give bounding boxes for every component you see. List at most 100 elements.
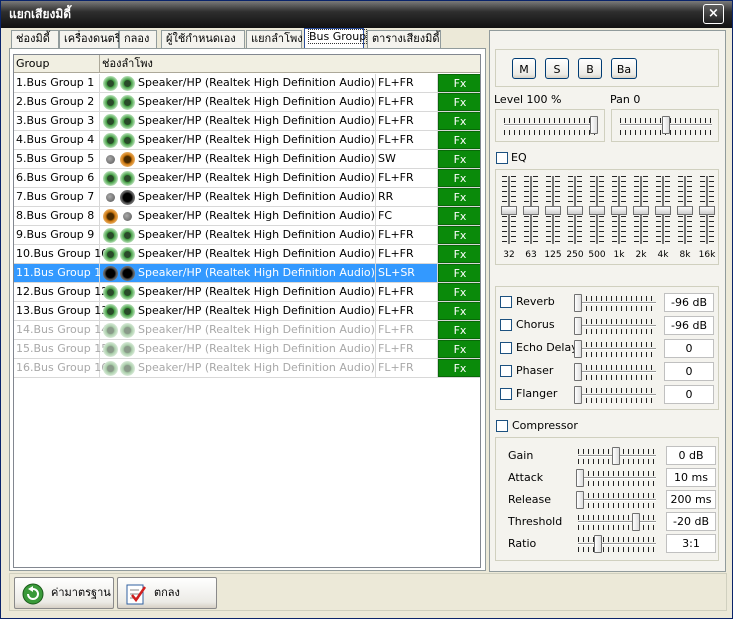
compressor-ticks — [578, 481, 656, 486]
effect-checkbox[interactable] — [500, 388, 512, 400]
tab-5[interactable]: แยกลำโพง — [246, 30, 303, 48]
fx-button[interactable]: Fx — [438, 245, 480, 263]
fx-button[interactable]: Fx — [438, 302, 480, 320]
table-row[interactable]: 5.Bus Group 5 Speaker/HP (Realtek High De… — [14, 150, 480, 169]
fx-button[interactable]: Fx — [438, 131, 480, 149]
tab-7[interactable]: ตารางเสียงมิดี้ — [367, 30, 441, 48]
speaker-cell[interactable]: Speaker/HP (Realtek High Definition Audi… — [100, 302, 376, 320]
speaker-cell[interactable]: Speaker/HP (Realtek High Definition Audi… — [100, 93, 376, 111]
effect-checkbox[interactable] — [500, 342, 512, 354]
table-row[interactable]: 13.Bus Group 13 Speaker/HP (Realtek High … — [14, 302, 480, 321]
fx-button[interactable]: Fx — [438, 207, 480, 225]
table-row[interactable]: 11.Bus Group 11 Speaker/HP (Realtek High … — [14, 264, 480, 283]
speaker-cell[interactable]: Speaker/HP (Realtek High Definition Audi… — [100, 321, 376, 339]
speaker-cell[interactable]: Speaker/HP (Realtek High Definition Audi… — [100, 283, 376, 301]
fx-button[interactable]: Fx — [438, 74, 480, 92]
speaker-cell[interactable]: Speaker/HP (Realtek High Definition Audi… — [100, 340, 376, 358]
fx-button[interactable]: Fx — [438, 112, 480, 130]
mute-button[interactable]: M — [512, 58, 536, 79]
speaker-cell[interactable]: Speaker/HP (Realtek High Definition Audi… — [100, 112, 376, 130]
fx-button[interactable]: Fx — [438, 188, 480, 206]
effect-slider-thumb[interactable] — [574, 363, 582, 381]
bus-group-grid[interactable]: Group ช่องลำโพง 1.Bus Group 1 Speaker/HP … — [13, 54, 481, 568]
table-row[interactable]: 8.Bus Group 8 Speaker/HP (Realtek High De… — [14, 207, 480, 226]
table-row[interactable]: 14.Bus Group 14 Speaker/HP (Realtek High … — [14, 321, 480, 340]
channel-cell: FL+FR — [376, 321, 438, 339]
tab-3[interactable]: กลอง — [119, 30, 157, 48]
effect-checkbox[interactable] — [500, 365, 512, 377]
fx-button[interactable]: Fx — [438, 340, 480, 358]
effect-slider-thumb[interactable] — [574, 317, 582, 335]
speaker-cell[interactable]: Speaker/HP (Realtek High Definition Audi… — [100, 264, 376, 282]
solo-button[interactable]: S — [545, 58, 569, 79]
table-row[interactable]: 15.Bus Group 15 Speaker/HP (Realtek High … — [14, 340, 480, 359]
ok-button[interactable]: ตกลง — [117, 577, 217, 609]
compressor-slider-thumb[interactable] — [576, 469, 584, 487]
effect-checkbox[interactable] — [500, 319, 512, 331]
speaker-cell[interactable]: Speaker/HP (Realtek High Definition Audi… — [100, 226, 376, 244]
eq-slider-4k[interactable] — [655, 206, 671, 215]
table-row[interactable]: 10.Bus Group 10 Speaker/HP (Realtek High … — [14, 245, 480, 264]
table-row[interactable]: 2.Bus Group 2 Speaker/HP (Realtek High De… — [14, 93, 480, 112]
speaker-cell[interactable]: Speaker/HP (Realtek High Definition Audi… — [100, 188, 376, 206]
tab-1[interactable]: ช่องมิดี้ — [11, 30, 59, 48]
fx-button[interactable]: Fx — [438, 226, 480, 244]
compressor-slider-thumb[interactable] — [632, 513, 641, 531]
column-header-speaker[interactable]: ช่องลำโพง — [100, 55, 480, 73]
column-header-group[interactable]: Group — [14, 55, 100, 73]
eq-slider-250[interactable] — [567, 206, 583, 215]
speaker-cell[interactable]: Speaker/HP (Realtek High Definition Audi… — [100, 150, 376, 168]
tab-4[interactable]: ผู้ใช้กำหนดเอง — [161, 30, 245, 48]
bus-group-panel: Group ช่องลำโพง 1.Bus Group 1 Speaker/HP … — [9, 48, 486, 571]
eq-slider-1k[interactable] — [611, 206, 627, 215]
table-row[interactable]: 16.Bus Group 16 Speaker/HP (Realtek High … — [14, 359, 480, 378]
close-button[interactable]: × — [703, 4, 724, 24]
effect-slider-thumb[interactable] — [574, 386, 582, 404]
table-row[interactable]: 1.Bus Group 1 Speaker/HP (Realtek High De… — [14, 74, 480, 93]
grid-header: Group ช่องลำโพง — [14, 55, 480, 73]
tab-6[interactable]: Bus Group — [304, 28, 368, 48]
fx-button[interactable]: Fx — [438, 169, 480, 187]
speaker-cell[interactable]: Speaker/HP (Realtek High Definition Audi… — [100, 131, 376, 149]
fx-button[interactable]: Fx — [438, 264, 480, 282]
speaker-dot-icon — [103, 133, 118, 148]
group-name-cell: 13.Bus Group 13 — [14, 302, 108, 320]
bypass-all-button[interactable]: Ba — [611, 58, 637, 79]
speaker-cell[interactable]: Speaker/HP (Realtek High Definition Audi… — [100, 359, 376, 377]
fx-button[interactable]: Fx — [438, 93, 480, 111]
eq-slider-125[interactable] — [545, 206, 561, 215]
table-row[interactable]: 4.Bus Group 4 Speaker/HP (Realtek High De… — [14, 131, 480, 150]
table-row[interactable]: 12.Bus Group 12 Speaker/HP (Realtek High … — [14, 283, 480, 302]
speaker-cell[interactable]: Speaker/HP (Realtek High Definition Audi… — [100, 169, 376, 187]
speaker-cell[interactable]: Speaker/HP (Realtek High Definition Audi… — [100, 245, 376, 263]
pan-slider-thumb[interactable] — [662, 116, 670, 134]
table-row[interactable]: 6.Bus Group 6 Speaker/HP (Realtek High De… — [14, 169, 480, 188]
fx-button[interactable]: Fx — [438, 283, 480, 301]
eq-slider-8k[interactable] — [677, 206, 693, 215]
speaker-cell[interactable]: Speaker/HP (Realtek High Definition Audi… — [100, 74, 376, 92]
eq-checkbox[interactable] — [496, 152, 508, 164]
effect-checkbox[interactable] — [500, 296, 512, 308]
table-row[interactable]: 3.Bus Group 3 Speaker/HP (Realtek High De… — [14, 112, 480, 131]
eq-slider-2k[interactable] — [633, 206, 649, 215]
effect-slider-thumb[interactable] — [574, 340, 582, 358]
table-row[interactable]: 9.Bus Group 9 Speaker/HP (Realtek High De… — [14, 226, 480, 245]
default-button[interactable]: ค่ามาตรฐาน — [14, 577, 114, 609]
eq-slider-63[interactable] — [523, 206, 539, 215]
compressor-slider-thumb[interactable] — [594, 535, 602, 553]
compressor-checkbox[interactable] — [496, 420, 508, 432]
bypass-button[interactable]: B — [578, 58, 602, 79]
eq-slider-500[interactable] — [589, 206, 605, 215]
fx-button[interactable]: Fx — [438, 150, 480, 168]
tab-2[interactable]: เครื่องดนตรี — [59, 30, 121, 48]
effect-slider-thumb[interactable] — [574, 294, 582, 312]
speaker-cell[interactable]: Speaker/HP (Realtek High Definition Audi… — [100, 207, 376, 225]
fx-button[interactable]: Fx — [438, 321, 480, 339]
fx-button[interactable]: Fx — [438, 359, 480, 377]
eq-slider-16k[interactable] — [699, 206, 715, 215]
level-slider-thumb[interactable] — [590, 116, 598, 134]
table-row[interactable]: 7.Bus Group 7 Speaker/HP (Realtek High De… — [14, 188, 480, 207]
eq-slider-32[interactable] — [501, 206, 517, 215]
compressor-slider-thumb[interactable] — [576, 491, 584, 509]
compressor-slider-thumb[interactable] — [612, 447, 620, 465]
